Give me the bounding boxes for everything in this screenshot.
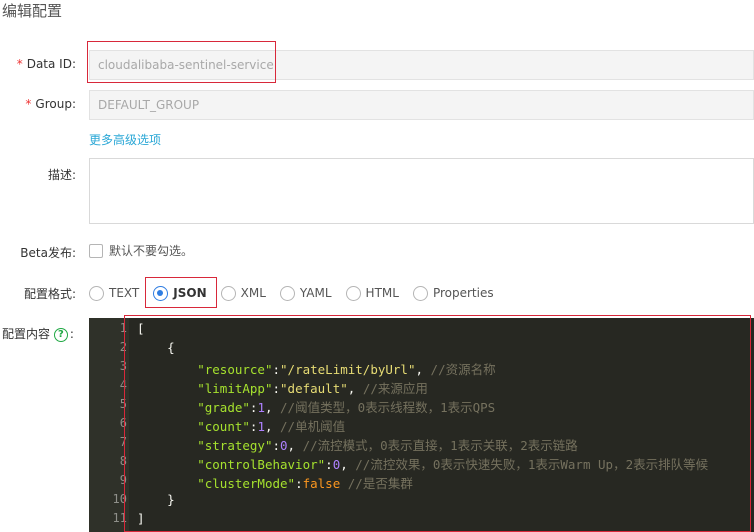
beta-label: Beta发布:	[20, 246, 76, 260]
line-number: 11	[112, 511, 127, 525]
advanced-options-link[interactable]: 更多高级选项	[89, 131, 161, 148]
beta-checkbox-text: 默认不要勾选。	[109, 244, 194, 258]
radio-circle[interactable]	[279, 285, 295, 301]
beta-checkbox-row[interactable]: 默认不要勾选。	[89, 242, 193, 259]
line-number: 1	[119, 321, 127, 335]
radio-label: Properties	[432, 286, 494, 300]
line-number: 6	[119, 416, 127, 430]
radio-circle[interactable]	[412, 285, 428, 301]
required-marker: *	[25, 97, 32, 111]
content-label: 配置内容 ?:	[2, 327, 74, 342]
format-option-xml[interactable]: XML	[220, 285, 266, 301]
line-number: 10	[112, 492, 127, 506]
data-id-label-text: Data ID:	[26, 57, 76, 71]
line-number: 8	[119, 454, 127, 468]
line-number: 3	[119, 359, 127, 373]
data-id-highlight	[87, 41, 276, 83]
line-number: 5	[119, 397, 127, 411]
content-label-text: 配置内容	[2, 327, 51, 341]
radio-label: YAML	[299, 286, 332, 300]
description-label: 描述:	[47, 168, 76, 182]
radio-label: HTML	[365, 286, 399, 300]
required-marker: *	[16, 57, 23, 71]
format-option-properties[interactable]: Properties	[412, 285, 494, 301]
radio-circle[interactable]	[345, 285, 361, 301]
format-label: 配置格式:	[23, 287, 76, 301]
format-option-html[interactable]: HTML	[345, 285, 399, 301]
radio-circle[interactable]	[220, 285, 236, 301]
group-label: * Group:	[4, 97, 76, 111]
line-number: 9	[119, 473, 127, 487]
beta-checkbox[interactable]	[89, 243, 103, 258]
format-option-text[interactable]: TEXT	[89, 285, 140, 301]
radio-circle[interactable]	[89, 285, 104, 301]
group-label-text: Group:	[35, 97, 76, 111]
line-number: 2	[119, 340, 127, 354]
page-title: 编辑配置	[2, 2, 63, 20]
format-option-yaml[interactable]: YAML	[279, 285, 332, 301]
radio-label: XML	[240, 286, 266, 300]
radio-label: TEXT	[109, 286, 140, 300]
question-circle-icon[interactable]: ?	[53, 327, 68, 342]
description-textarea[interactable]	[89, 158, 754, 224]
group-field[interactable]: DEFAULT_GROUP	[89, 90, 754, 120]
editor-highlight	[124, 315, 751, 532]
editor-gutter: 1 2 3 4 5 6 7 8 9 10 11	[89, 318, 129, 532]
line-number: 7	[119, 435, 127, 449]
line-number: 4	[119, 378, 127, 392]
data-id-label: * Data ID:	[4, 57, 76, 71]
json-option-highlight	[145, 277, 217, 308]
